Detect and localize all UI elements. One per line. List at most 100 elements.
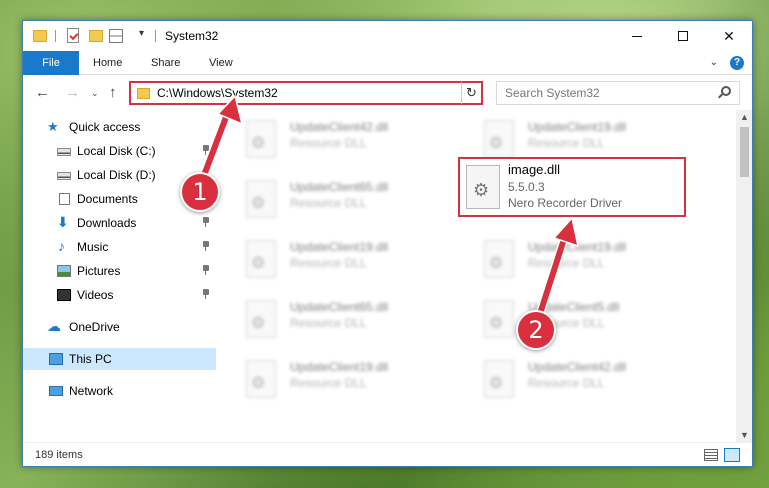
search-placeholder: Search System32 (505, 86, 600, 100)
maximize-button[interactable] (660, 21, 706, 51)
file-name: UpdateClient19.dll (528, 120, 627, 134)
scroll-thumb[interactable] (740, 127, 749, 177)
title-bar: ▾ System32 ✕ (23, 21, 752, 51)
details-view-icon[interactable] (704, 449, 718, 461)
file-name: UpdateClient19.dll (290, 360, 389, 374)
tab-share[interactable]: Share (151, 51, 180, 75)
new-folder-icon[interactable] (89, 30, 103, 42)
scroll-down-icon[interactable]: ▼ (740, 430, 749, 440)
pin-icon[interactable] (203, 265, 209, 275)
file-type: Resource DLL (528, 376, 605, 390)
disk-icon (57, 172, 71, 180)
tab-view[interactable]: View (209, 51, 233, 75)
sidebar-item-local-disk-c[interactable]: Local Disk (C:) (23, 140, 216, 162)
file-name: UpdateClient42.dll (290, 120, 389, 134)
file-tile[interactable]: UpdateClient42.dll Resource DLL (216, 114, 446, 164)
forward-button[interactable]: → (65, 84, 80, 101)
sidebar-item-quick-access[interactable]: ★ Quick access (23, 116, 216, 138)
sidebar-item-label: Documents (77, 192, 138, 206)
file-name: image.dll (508, 162, 561, 177)
file-name: UpdateClient65.dll (290, 300, 389, 314)
sidebar-item-network[interactable]: Network (23, 380, 216, 402)
file-type: Resource DLL (290, 376, 367, 390)
file-description: Nero Recorder Driver (508, 196, 623, 210)
sidebar-item-music[interactable]: ♪ Music (23, 236, 216, 258)
up-button[interactable]: ↑ (109, 84, 117, 101)
dll-file-icon (246, 360, 276, 398)
dll-file-icon (484, 120, 514, 158)
dll-file-icon (246, 120, 276, 158)
sidebar-item-videos[interactable]: Videos (23, 284, 216, 306)
navigation-bar: ← → ⌄ ↑ C:\Windows\System32 ⌄ ↻ Search S… (23, 76, 752, 110)
folder-icon (137, 88, 150, 99)
back-button[interactable]: ← (35, 84, 50, 101)
file-version: 5.5.0.3 (508, 180, 545, 194)
highlighted-file-image-dll[interactable]: image.dll 5.5.0.3 Nero Recorder Driver (458, 157, 686, 217)
sidebar-item-label: This PC (69, 352, 112, 366)
sidebar-item-label: OneDrive (69, 320, 120, 334)
help-icon[interactable]: ? (730, 56, 744, 70)
vertical-scrollbar[interactable]: ▲ ▼ (736, 110, 752, 442)
cloud-icon: ☁ (47, 318, 61, 334)
sidebar-item-label: Quick access (69, 120, 141, 134)
address-bar[interactable]: C:\Windows\System32 ⌄ (129, 81, 483, 105)
refresh-button[interactable]: ↻ (461, 81, 483, 105)
status-bar: 189 items (23, 442, 752, 466)
file-type: Resource DLL (528, 136, 605, 150)
minimize-icon (632, 35, 642, 37)
sidebar-item-label: Local Disk (C:) (77, 144, 156, 158)
window-title: System32 (165, 29, 219, 43)
scroll-up-icon[interactable]: ▲ (740, 112, 749, 122)
sidebar-item-this-pc[interactable]: This PC (23, 348, 216, 370)
ribbon-tabs: File Home Share View ⌄ ? (23, 51, 752, 75)
folder-icon[interactable] (33, 30, 47, 42)
large-icons-view-icon[interactable] (724, 448, 740, 462)
file-tile[interactable]: UpdateClient42.dll Resource DLL (454, 354, 684, 404)
file-tile[interactable]: UpdateClient65.dll Resource DLL (216, 294, 446, 344)
pin-icon[interactable] (203, 289, 209, 299)
sidebar-item-onedrive[interactable]: ☁ OneDrive (23, 316, 216, 338)
dll-file-icon (246, 300, 276, 338)
tab-home[interactable]: Home (93, 51, 122, 75)
navigation-pane: ★ Quick access Local Disk (C:) Local Dis… (23, 110, 216, 442)
close-button[interactable]: ✕ (706, 21, 752, 51)
item-count: 189 items (35, 449, 83, 461)
search-icon (721, 86, 731, 96)
file-type: Resource DLL (528, 256, 605, 270)
address-path[interactable]: C:\Windows\System32 (157, 86, 278, 100)
view-options-icon[interactable] (109, 29, 123, 43)
sidebar-item-label: Pictures (77, 264, 121, 278)
file-tile[interactable]: UpdateClient19.dll Resource DLL (216, 234, 446, 284)
sidebar-item-label: Local Disk (D:) (77, 168, 156, 182)
network-icon (49, 386, 63, 396)
tab-file[interactable]: File (23, 51, 79, 75)
expand-ribbon-icon[interactable]: ⌄ (710, 57, 718, 68)
dll-file-icon (246, 240, 276, 278)
search-input[interactable]: Search System32 (496, 81, 740, 105)
file-tile[interactable]: UpdateClient19.dll Resource DLL (454, 234, 684, 284)
file-tile[interactable]: UpdateClient65.dll Resource DLL (216, 174, 446, 224)
file-type: Resource DLL (290, 316, 367, 330)
pin-icon[interactable] (203, 217, 209, 227)
dll-file-icon (246, 180, 276, 218)
file-name: UpdateClient19.dll (528, 240, 627, 254)
recent-locations-button[interactable]: ⌄ (91, 88, 99, 99)
file-type: Resource DLL (290, 256, 367, 270)
dll-file-icon (484, 300, 514, 338)
pin-icon[interactable] (203, 145, 209, 155)
properties-icon[interactable] (67, 28, 79, 43)
file-tile[interactable]: UpdateClient5.dll Resource DLL (454, 294, 684, 344)
file-tile[interactable]: UpdateClient19.dll Resource DLL (216, 354, 446, 404)
minimize-button[interactable] (614, 21, 660, 51)
computer-icon (49, 353, 63, 365)
file-type: Resource DLL (290, 136, 367, 150)
sidebar-item-downloads[interactable]: ⬇ Downloads (23, 212, 216, 234)
sidebar-item-pictures[interactable]: Pictures (23, 260, 216, 282)
customize-quick-access-icon[interactable]: ▾ (139, 28, 144, 39)
sidebar-item-label: Music (77, 240, 109, 254)
file-type: Resource DLL (290, 196, 367, 210)
pin-icon[interactable] (203, 241, 209, 251)
file-name: UpdateClient19.dll (290, 240, 389, 254)
music-icon: ♪ (58, 238, 65, 254)
video-icon (57, 289, 71, 301)
